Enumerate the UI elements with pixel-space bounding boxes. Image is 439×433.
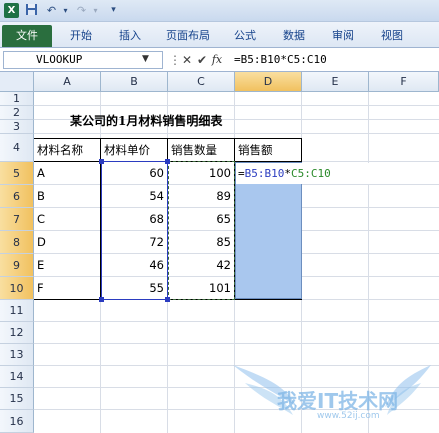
formula-bar: VLOOKUP ▼ ⋮ ✕ ✔ fx =B5:B10*C5:C10 xyxy=(0,48,439,72)
cell-a6[interactable]: B xyxy=(34,185,100,207)
row-header-1[interactable]: 1 xyxy=(0,92,34,106)
row-header-11[interactable]: 11 xyxy=(0,300,34,322)
undo-icon[interactable]: ↶ xyxy=(44,3,59,18)
row-header-2[interactable]: 2 xyxy=(0,106,34,120)
row-header-14[interactable]: 14 xyxy=(0,366,34,388)
cell-a7[interactable]: C xyxy=(34,208,100,230)
save-icon[interactable] xyxy=(24,3,39,18)
name-box-dropdown-icon[interactable]: ▼ xyxy=(142,51,149,67)
ribbon-tabs: 文件 开始 插入 页面布局 公式 数据 审阅 视图 xyxy=(0,22,439,48)
column-header-f[interactable]: F xyxy=(369,72,439,92)
row-header-16[interactable]: 16 xyxy=(0,410,34,433)
formula-range-c: C5:C10 xyxy=(291,167,331,180)
insert-function-icon[interactable]: fx xyxy=(210,52,224,68)
cell-c7[interactable]: 65 xyxy=(168,208,234,230)
quick-access-toolbar: X ↶ ▾ ↷ ▾ ▾ xyxy=(0,0,439,22)
row-header-4[interactable]: 4 xyxy=(0,134,34,162)
cell-a10[interactable]: F xyxy=(34,277,100,299)
cell-a5[interactable]: A xyxy=(34,162,100,184)
column-header-e[interactable]: E xyxy=(302,72,369,92)
cell-c6[interactable]: 89 xyxy=(168,185,234,207)
tab-page-layout[interactable]: 页面布局 xyxy=(160,26,216,45)
cell-a8[interactable]: D xyxy=(34,231,100,253)
excel-logo-icon: X xyxy=(4,3,19,18)
tab-data[interactable]: 数据 xyxy=(275,26,313,45)
row-header-6[interactable]: 6 xyxy=(0,185,34,208)
formula-input[interactable]: =B5:B10*C5:C10 xyxy=(230,51,436,69)
row-header-7[interactable]: 7 xyxy=(0,208,34,231)
cell-c10[interactable]: 101 xyxy=(168,277,234,299)
column-header-c[interactable]: C xyxy=(168,72,235,92)
tab-file[interactable]: 文件 xyxy=(2,25,52,47)
row-header-13[interactable]: 13 xyxy=(0,344,34,366)
redo-dropdown-icon[interactable]: ▾ xyxy=(88,3,103,18)
watermark-url: www.52ij.com xyxy=(317,411,380,421)
tab-insert[interactable]: 插入 xyxy=(111,26,149,45)
cell-c8[interactable]: 85 xyxy=(168,231,234,253)
redo-icon[interactable]: ↷ xyxy=(74,3,89,18)
row-header-10[interactable]: 10 xyxy=(0,277,34,300)
cell-b6[interactable]: 54 xyxy=(101,185,167,207)
enter-icon[interactable]: ✔ xyxy=(195,52,209,68)
header-unit-price[interactable]: 材料单价 xyxy=(101,139,167,161)
undo-dropdown-icon[interactable]: ▾ xyxy=(58,3,73,18)
tab-home[interactable]: 开始 xyxy=(62,26,100,45)
formula-operator: * xyxy=(284,167,291,180)
cell-b7[interactable]: 68 xyxy=(101,208,167,230)
tab-review[interactable]: 审阅 xyxy=(324,26,362,45)
cell-c9[interactable]: 42 xyxy=(168,254,234,276)
header-sales-amount[interactable]: 销售额 xyxy=(235,139,301,161)
column-header-d[interactable]: D xyxy=(235,72,302,92)
customize-toolbar-icon[interactable]: ▾ xyxy=(106,3,121,18)
cancel-icon[interactable]: ✕ xyxy=(180,52,194,68)
cell-b10[interactable]: 55 xyxy=(101,277,167,299)
cell-b8[interactable]: 72 xyxy=(101,231,167,253)
row-header-12[interactable]: 12 xyxy=(0,322,34,344)
cell-c5[interactable]: 100 xyxy=(168,162,234,184)
header-sales-qty[interactable]: 销售数量 xyxy=(168,139,234,161)
row-header-5[interactable]: 5 xyxy=(0,162,34,185)
watermark: 我爱IT技术网 www.52ij.com xyxy=(225,355,439,433)
select-all-corner[interactable] xyxy=(0,72,34,92)
tab-formulas[interactable]: 公式 xyxy=(226,26,264,45)
cell-b5[interactable]: 60 xyxy=(101,162,167,184)
column-header-b[interactable]: B xyxy=(101,72,168,92)
row-header-9[interactable]: 9 xyxy=(0,254,34,277)
formula-range-b: B5:B10 xyxy=(244,167,285,180)
formula-equals: = xyxy=(238,167,245,180)
sheet-title[interactable]: 某公司的1月材料销售明细表 xyxy=(70,112,270,130)
row-header-15[interactable]: 15 xyxy=(0,388,34,410)
row-header-3[interactable]: 3 xyxy=(0,120,34,134)
cell-a9[interactable]: E xyxy=(34,254,100,276)
cell-b9[interactable]: 46 xyxy=(101,254,167,276)
tab-view[interactable]: 视图 xyxy=(373,26,411,45)
column-header-a[interactable]: A xyxy=(34,72,101,92)
cell-d5-formula-editor[interactable]: =B5:B10*C5:C10 xyxy=(236,163,376,184)
header-material-name[interactable]: 材料名称 xyxy=(34,139,100,161)
row-header-8[interactable]: 8 xyxy=(0,231,34,254)
name-box[interactable]: VLOOKUP xyxy=(3,51,163,69)
watermark-wings-logo xyxy=(233,365,431,415)
